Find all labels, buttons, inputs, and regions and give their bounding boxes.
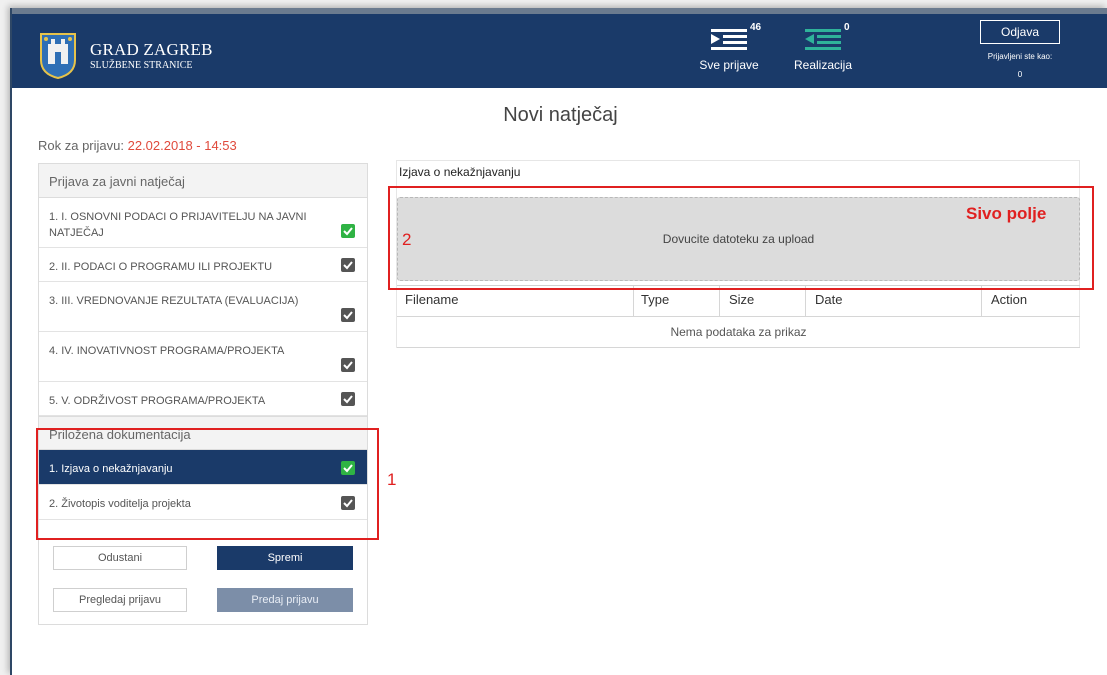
column-header-filename[interactable]: Filename: [405, 292, 458, 307]
nav-label: Realizacija: [793, 58, 853, 72]
nav-sve-prijave[interactable]: 46 Sve prijave: [694, 22, 764, 72]
logout-button[interactable]: Odjava: [980, 20, 1060, 44]
column-header-date[interactable]: Date: [815, 292, 842, 307]
sidebar-item-label: 5. V. ODRŽIVOST PROGRAMA/PROJEKTA: [49, 395, 266, 407]
sidebar-item-vrednovanje[interactable]: 3. III. VREDNOVANJE REZULTATA (EVALUACIJ…: [39, 282, 367, 332]
annotation-label-2: 2: [402, 230, 412, 249]
deadline-value: 22.02.2018 - 14:53: [127, 138, 237, 153]
sidebar-item-odrzivost[interactable]: 5. V. ODRŽIVOST PROGRAMA/PROJEKTA: [39, 382, 367, 416]
coat-of-arms-logo[interactable]: [38, 30, 78, 80]
checkmark-icon: [341, 358, 355, 372]
sidebar-item-label: 4. IV. INOVATIVNOST PROGRAMA/PROJEKTA: [49, 345, 285, 357]
nav-label: Sve prijave: [699, 58, 759, 72]
checkmark-icon: [341, 308, 355, 322]
brand-title[interactable]: GRAD ZAGREB: [90, 40, 213, 60]
files-table: Filename Type Size Date Action Nema poda…: [397, 285, 1080, 348]
submit-button[interactable]: Predaj prijavu: [217, 588, 353, 612]
sidebar-item-label: 1. I. OSNOVNI PODACI O PRIJAVITELJU NA J…: [49, 211, 307, 239]
deadline: Rok za prijavu: 22.02.2018 - 14:53: [38, 138, 237, 153]
nav-count-badge: 0: [844, 22, 850, 33]
column-header-type[interactable]: Type: [641, 292, 669, 307]
annotation-box-2: [388, 186, 1094, 290]
checkmark-icon: [341, 392, 355, 406]
cancel-button[interactable]: Odustani: [53, 546, 187, 570]
list-icon: [803, 26, 843, 56]
annotation-label-1: 1: [387, 470, 397, 489]
nav-count-badge: 46: [750, 22, 762, 33]
brand-subtitle: SLUŽBENE STRANICE: [90, 60, 193, 71]
column-header-action[interactable]: Action: [991, 292, 1027, 307]
logged-in-label: Prijavljeni ste kao:: [987, 52, 1053, 61]
upload-title: Izjava o nekažnjavanju: [399, 165, 521, 179]
page-title: Novi natječaj: [503, 104, 618, 126]
checkmark-icon: [341, 224, 355, 238]
column-header-size[interactable]: Size: [729, 292, 754, 307]
sidebar-item-label: 2. II. PODACI O PROGRAMU ILI PROJEKTU: [49, 261, 273, 273]
application-sidebar: Prijava za javni natječaj 1. I. OSNOVNI …: [38, 163, 368, 625]
sidebar-item-podaci-o-programu[interactable]: 2. II. PODACI O PROGRAMU ILI PROJEKTU: [39, 248, 367, 282]
nav-realizacija[interactable]: 0 Realizacija: [788, 22, 858, 72]
empty-table-message: Nema podataka za prikaz: [397, 316, 1080, 348]
annotation-box-1: [36, 428, 379, 540]
checkmark-icon: [341, 258, 355, 272]
top-header: GRAD ZAGREB SLUŽBENE STRANICE 46 Sve pri…: [12, 8, 1107, 88]
section-heading-application: Prijava za javni natječaj: [39, 164, 367, 198]
logged-in-value: 0: [1017, 70, 1023, 79]
list-icon: [709, 26, 749, 56]
save-button[interactable]: Spremi: [217, 546, 353, 570]
preview-button[interactable]: Pregledaj prijavu: [53, 588, 187, 612]
sidebar-item-label: 3. III. VREDNOVANJE REZULTATA (EVALUACIJ…: [49, 295, 299, 307]
sidebar-item-osnovni-podaci[interactable]: 1. I. OSNOVNI PODACI O PRIJAVITELJU NA J…: [39, 198, 367, 248]
sidebar-item-inovativnost[interactable]: 4. IV. INOVATIVNOST PROGRAMA/PROJEKTA: [39, 332, 367, 382]
deadline-label: Rok za prijavu:: [38, 138, 124, 153]
app-window: GRAD ZAGREB SLUŽBENE STRANICE 46 Sve pri…: [10, 8, 1107, 675]
annotation-gray-field-label: Sivo polje: [966, 204, 1047, 223]
